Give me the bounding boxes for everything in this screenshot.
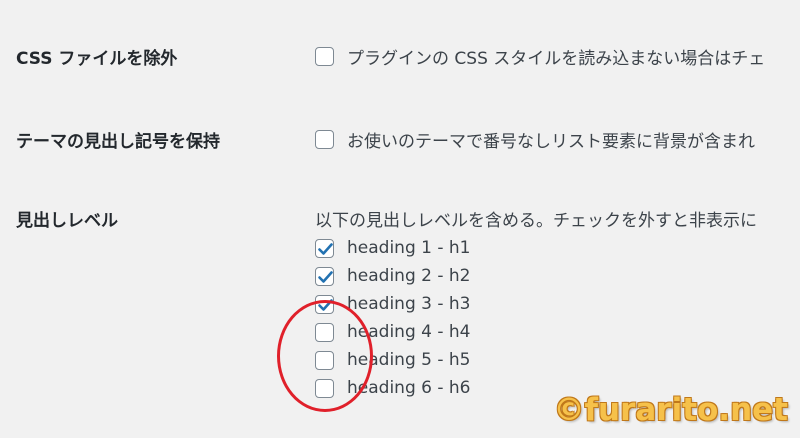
preserve-theme-bullets-checkbox[interactable] — [315, 130, 334, 149]
heading-3-label: heading 3 - h3 — [347, 294, 471, 314]
heading-levels-label: 見出しレベル — [16, 211, 118, 231]
heading-level-option: heading 1 - h1 — [315, 238, 470, 258]
heading-level-option: heading 2 - h2 — [315, 266, 470, 286]
preserve-theme-bullets-field: お使いのテーマで番号なしリスト要素に背景が含まれ — [315, 127, 755, 152]
checkmark-icon — [318, 270, 333, 283]
exclude-css-label: CSS ファイルを除外 — [16, 49, 178, 69]
exclude-css-field: プラグインの CSS スタイルを読み込まない場合はチェ — [315, 44, 765, 69]
heading-2-checkbox[interactable] — [315, 266, 334, 286]
heading-2-label: heading 2 - h2 — [347, 266, 471, 286]
exclude-css-text: プラグインの CSS スタイルを読み込まない場合はチェ — [347, 49, 766, 69]
preserve-theme-bullets-label: テーマの見出し記号を保持 — [16, 132, 220, 152]
checkmark-icon — [318, 242, 333, 255]
annotation-circle — [277, 300, 373, 412]
preserve-theme-bullets-text: お使いのテーマで番号なしリスト要素に背景が含まれ — [347, 132, 755, 152]
exclude-css-checkbox[interactable] — [315, 47, 334, 66]
heading-levels-description: 以下の見出しレベルを含める。チェックを外すと非表示に — [315, 211, 757, 231]
heading-1-checkbox[interactable] — [315, 238, 334, 258]
watermark: ©furarito.net — [553, 392, 788, 428]
heading-1-label: heading 1 - h1 — [347, 238, 471, 258]
